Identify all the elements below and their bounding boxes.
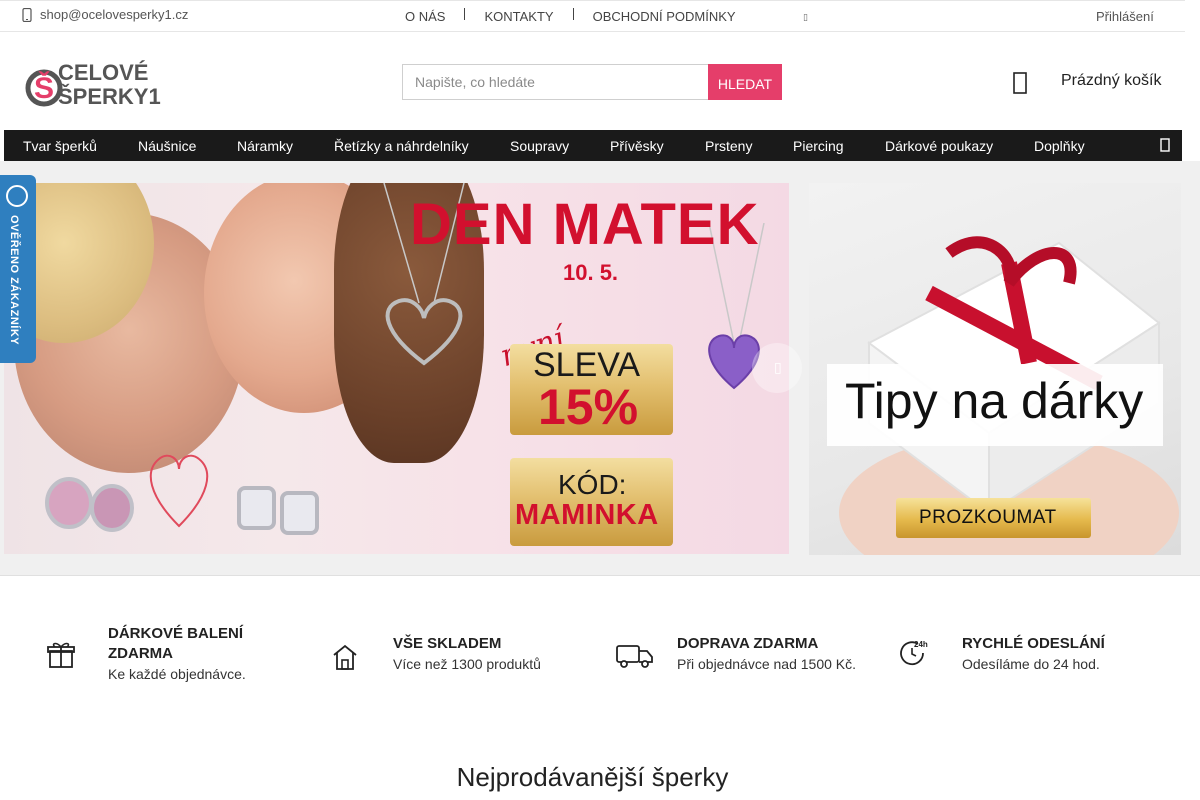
nav-item-bracelets[interactable]: Náramky: [237, 138, 293, 154]
search-form: HLEDAT: [402, 64, 782, 100]
feature-in-stock-title: VŠE SKLADEM: [393, 635, 502, 652]
svg-text:Š: Š: [34, 71, 54, 105]
feature-fast-dispatch-subtitle: Odesíláme do 24 hod.: [962, 656, 1100, 672]
explore-button-label: PROZKOUMAT: [919, 507, 1057, 528]
top-bar: shop@ocelovesperky1.cz O NÁS KONTAKTY OB…: [0, 0, 1185, 32]
truck-icon: [616, 645, 653, 668]
nav-item-pendants[interactable]: Přívěsky: [610, 138, 664, 154]
home-icon: [333, 644, 357, 670]
placeholder-icon: ▯: [803, 12, 808, 22]
logo-text-top: CELOVÉ: [58, 60, 148, 85]
divider: [464, 8, 466, 20]
svg-text:24h: 24h: [914, 640, 928, 649]
nav-menu-icon[interactable]: [1158, 138, 1172, 152]
feature-gift-wrap-subtitle: Ke každé objednávce.: [108, 666, 246, 682]
cart-label[interactable]: Prázdný košík: [1061, 72, 1161, 90]
heart-decoration: [149, 454, 209, 528]
earrings-clear-image: [237, 486, 319, 535]
promo-discount-percent: 15%: [538, 379, 639, 435]
slider-next-button[interactable]: ▯: [752, 343, 802, 393]
seal-icon: [6, 185, 28, 207]
promo-date: 10. 5.: [563, 260, 619, 285]
main-nav: Tvar šperků Náušnice Náramky Řetízky a n…: [4, 130, 1182, 161]
feature-gift-wrap-title: DÁRKOVÉ BALENÍ ZDARMA: [108, 625, 244, 662]
nav-item-earrings[interactable]: Náušnice: [138, 138, 196, 154]
login-link[interactable]: Přihlášení: [1096, 9, 1154, 24]
bestsellers-title: Nejprodávanější šperky: [456, 762, 729, 792]
top-link-terms[interactable]: OBCHODNÍ PODMÍNKY: [593, 9, 736, 24]
gift-tips-title: Tipy na dárky: [845, 373, 1144, 429]
top-nav: O NÁS KONTAKTY OBCHODNÍ PODMÍNKY: [405, 8, 736, 24]
nav-item-sets[interactable]: Soupravy: [510, 138, 569, 154]
cart-icon[interactable]: [1013, 72, 1027, 94]
promo-code-label: KÓD:: [558, 469, 627, 500]
top-link-contacts[interactable]: KONTAKTY: [484, 9, 553, 24]
search-input[interactable]: [402, 64, 708, 100]
contact-email[interactable]: shop@ocelovesperky1.cz: [22, 7, 188, 22]
explore-button[interactable]: PROZKOUMAT: [896, 498, 1091, 538]
nav-item-rings[interactable]: Prsteny: [705, 138, 752, 154]
search-button[interactable]: HLEDAT: [708, 64, 782, 100]
promo-title: DEN MATEK: [410, 192, 760, 257]
feature-free-shipping-subtitle: Při objednávce nad 1500 Kč.: [677, 656, 857, 672]
earrings-pink-image: [45, 477, 134, 532]
phone-icon: [22, 7, 32, 22]
verified-badge-text: OVĚŘENO ZÁKAZNÍKY: [8, 215, 20, 346]
feature-fast-dispatch-title: RYCHLÉ ODESLÁNÍ: [962, 635, 1105, 652]
promo-code-value: MAMINKA: [515, 499, 659, 531]
nav-item-necklaces[interactable]: Řetízky a náhrdelníky: [334, 138, 469, 154]
top-link-about[interactable]: O NÁS: [405, 9, 445, 24]
verified-customers-badge[interactable]: OVĚŘENO ZÁKAZNÍKY: [0, 175, 36, 363]
nav-item-piercing[interactable]: Piercing: [793, 138, 844, 154]
nav-item-jewelry-shape[interactable]: Tvar šperků: [23, 138, 97, 154]
contact-email-text[interactable]: shop@ocelovesperky1.cz: [40, 7, 188, 22]
site-logo[interactable]: Š CELOVÉ ŠPERKY1: [24, 50, 164, 112]
divider: [572, 8, 574, 20]
feature-in-stock-subtitle: Více než 1300 produktů: [393, 656, 541, 672]
clock-24-icon: 24h: [900, 640, 928, 666]
chevron-right-icon: ▯: [774, 359, 782, 375]
feature-free-shipping-title: DOPRAVA ZDARMA: [677, 635, 819, 652]
logo-text-bottom: ŠPERKY1: [58, 84, 161, 109]
nav-item-gift-vouchers[interactable]: Dárkové poukazy: [885, 138, 993, 154]
gift-icon: [47, 642, 75, 668]
nav-item-accessories[interactable]: Doplňky: [1034, 138, 1085, 154]
